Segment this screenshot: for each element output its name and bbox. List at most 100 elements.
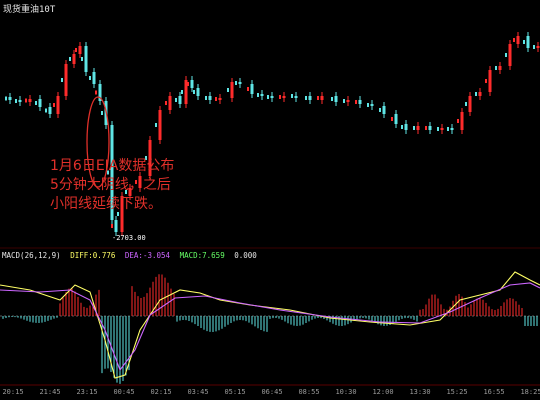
candle-body	[28, 99, 32, 102]
candle-body	[516, 36, 520, 44]
candle-body	[536, 46, 540, 48]
candle-body	[468, 96, 472, 112]
candle-body	[355, 100, 357, 104]
candle-body	[291, 94, 293, 98]
candle-body	[437, 127, 439, 131]
extra-value: 0.000	[234, 251, 257, 260]
time-tick: 00:45	[113, 388, 135, 396]
candle-body	[331, 97, 333, 101]
time-tick: 21:45	[39, 388, 61, 396]
candle-body	[175, 98, 177, 102]
time-axis: 20:15 21:45 23:15 00:45 02:15 03:45 05:15 06:45…	[0, 385, 540, 400]
candle-body	[227, 88, 229, 92]
candle-body	[279, 95, 281, 99]
candle-body	[38, 99, 42, 107]
candle-body	[247, 87, 249, 91]
candle-body	[165, 101, 167, 105]
candle-body	[250, 84, 254, 94]
candle-body	[155, 123, 157, 127]
candle-body	[260, 94, 264, 96]
candle-body	[218, 98, 222, 100]
candle-body	[69, 57, 71, 61]
time-tick: 15:25	[446, 388, 468, 396]
candle-body	[382, 106, 386, 114]
candle-body	[114, 220, 118, 232]
candle-body	[394, 114, 398, 124]
candle-body	[61, 78, 63, 82]
candle-body	[485, 79, 487, 83]
candle-body	[92, 72, 96, 84]
candle-body	[428, 126, 432, 130]
candle-body	[95, 90, 97, 95]
candle-body	[193, 90, 195, 94]
candle-body	[5, 96, 7, 101]
candle-body	[168, 96, 172, 110]
candle-body	[413, 126, 415, 130]
candle-body	[45, 108, 47, 113]
time-tick: 12:00	[372, 388, 394, 396]
candle-body	[187, 82, 189, 86]
macd-header: MACD(26,12,9) DIFF:0.776 DEA:-3.054 MACD…	[2, 251, 262, 260]
candle-body	[404, 124, 408, 130]
time-tick: 03:45	[187, 388, 209, 396]
candle-body	[505, 53, 507, 57]
candle-body	[513, 38, 515, 42]
candle-body	[190, 80, 194, 88]
candle-body	[401, 125, 403, 129]
macd-value: MACD:7.659	[179, 251, 225, 260]
time-tick: 05:15	[224, 388, 246, 396]
candle-body	[334, 96, 338, 102]
candle-body	[440, 128, 444, 130]
candle-body	[508, 44, 512, 66]
candle-body	[101, 111, 103, 115]
candle-body	[343, 99, 345, 103]
candle-body	[526, 36, 530, 48]
time-tick: 08:55	[298, 388, 320, 396]
annotation-text: 1月6日EIA数据公布 5分钟大阴线，之后 小阳线延续下跌。	[50, 157, 174, 214]
time-tick: 23:15	[76, 388, 98, 396]
candle-body	[294, 96, 298, 98]
candle-body	[533, 45, 535, 49]
macd-label: MACD(26,12,9)	[2, 251, 61, 260]
candle-body	[89, 76, 91, 80]
candle-body	[84, 46, 88, 72]
candle-body	[416, 126, 420, 130]
candle-body	[78, 46, 82, 54]
candle-body	[196, 88, 200, 96]
candle-body	[238, 82, 242, 84]
candle-body	[25, 98, 27, 103]
candle-body	[111, 224, 113, 228]
candle-body	[8, 97, 12, 100]
candle-body	[498, 66, 502, 70]
low-price-label: -2703.00	[112, 234, 146, 242]
candle-body	[367, 103, 369, 107]
candle-body	[370, 104, 374, 106]
candle-body	[267, 95, 269, 99]
candle-body	[320, 96, 324, 100]
candle-body	[257, 93, 259, 97]
candle-body	[425, 126, 427, 130]
candle-body	[35, 101, 37, 105]
candle-body	[391, 117, 393, 121]
candle-body	[488, 70, 492, 92]
candle-body	[81, 57, 83, 61]
candle-body	[282, 96, 286, 98]
candle-body	[460, 112, 464, 130]
candle-body	[495, 66, 497, 70]
time-tick: 16:55	[483, 388, 505, 396]
diff-line	[0, 271, 540, 379]
candle-body	[208, 96, 212, 100]
diff-value: DIFF:0.776	[70, 251, 116, 260]
candle-body	[158, 110, 162, 140]
candle-body	[523, 40, 525, 44]
candle-body	[235, 81, 237, 85]
candle-body	[379, 108, 381, 112]
candle-body	[178, 96, 182, 104]
chart-title: 现货重油10T	[3, 5, 56, 15]
candle-body	[215, 97, 217, 101]
candle-body	[317, 96, 319, 100]
candle-body	[457, 119, 459, 123]
candle-body	[53, 103, 55, 107]
time-tick: 06:45	[261, 388, 283, 396]
candle-body	[181, 90, 183, 94]
